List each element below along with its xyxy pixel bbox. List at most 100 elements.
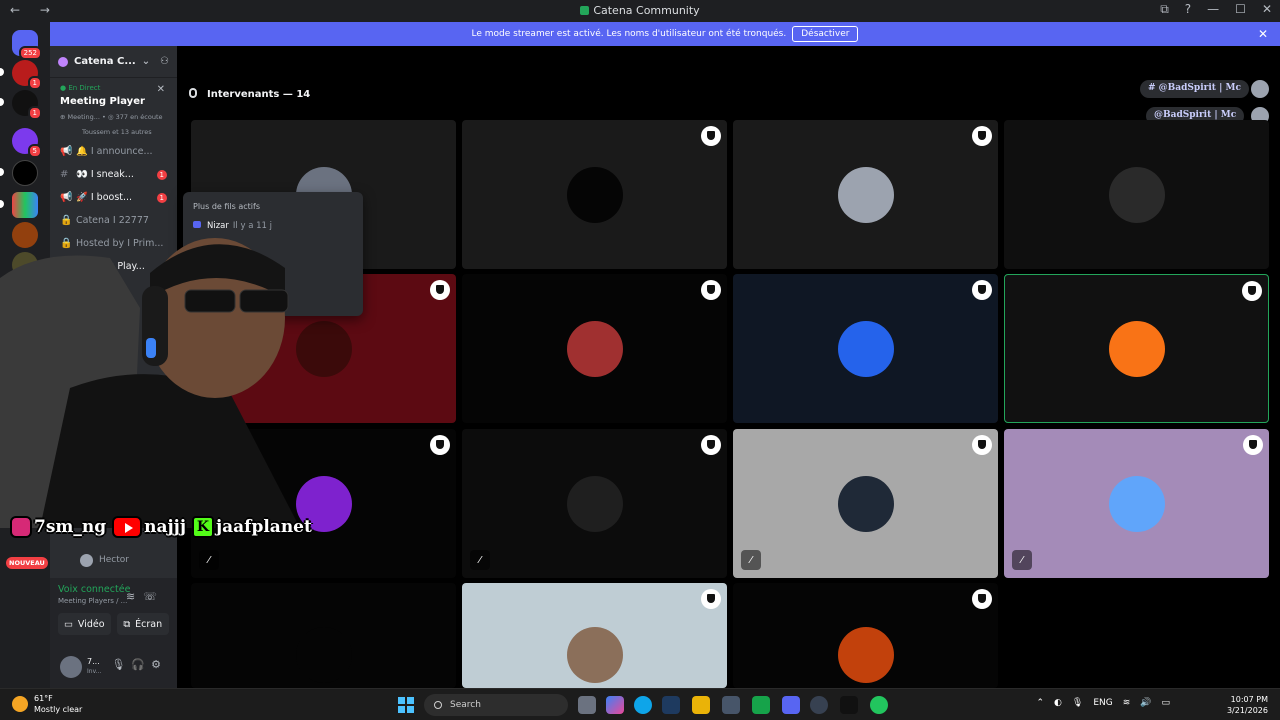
server-icon[interactable]: 1 <box>12 90 42 120</box>
muted-mic-icon: ⁄ <box>1012 550 1032 570</box>
inbox-icon[interactable]: ⧉ <box>1160 2 1169 17</box>
discord-icon[interactable] <box>782 696 800 714</box>
avatar[interactable] <box>60 656 82 678</box>
copilot-icon[interactable] <box>606 696 624 714</box>
voice-user-hector[interactable]: Hector <box>50 551 177 569</box>
participant-tile[interactable] <box>462 274 727 423</box>
participant-tile[interactable] <box>462 120 727 269</box>
title-bar: ← → Catena Community ⧉ ? — ☐ ✕ <box>0 0 1280 22</box>
participant-tile[interactable] <box>733 274 998 423</box>
participant-tile[interactable] <box>1004 274 1269 423</box>
participant-tile[interactable]: ⁄ <box>733 429 998 578</box>
channel-announcements[interactable]: 📢 🔔 I announce... <box>50 140 177 163</box>
file-manager-icon[interactable] <box>578 696 596 714</box>
add-member-icon[interactable]: ⚇ <box>160 56 169 67</box>
guild-header[interactable]: Catena C... ⌄ ⚇ <box>50 46 177 78</box>
network-icon[interactable]: ◐ <box>1054 698 1062 708</box>
folder-icon[interactable] <box>692 696 710 714</box>
user-name: 7... <box>87 657 100 666</box>
obs-icon[interactable] <box>810 696 828 714</box>
maximize-button[interactable]: ☐ <box>1235 2 1246 17</box>
avatar[interactable] <box>1251 80 1269 98</box>
moderator-shield-icon <box>972 280 992 300</box>
mic-icon[interactable]: 🎙 <box>1072 698 1083 708</box>
avatar <box>295 320 352 377</box>
avatar <box>837 320 894 377</box>
avatar <box>837 627 894 683</box>
gear-icon[interactable]: ⚙ <box>151 658 167 671</box>
steam-icon[interactable] <box>662 696 680 714</box>
video-icon: ▭ <box>63 618 73 630</box>
window-title: Catena Community <box>0 4 1280 17</box>
server-icon[interactable]: 5 <box>12 128 42 158</box>
weather-desc: Mostly clear <box>34 705 83 714</box>
announcement-icon: 📢 <box>60 192 73 203</box>
participant-tile[interactable] <box>1004 120 1269 269</box>
participant-tile[interactable] <box>191 583 456 688</box>
hash-icon: # <box>60 169 69 180</box>
close-button[interactable]: ✕ <box>1262 2 1272 17</box>
user-info[interactable]: 7... Inv... <box>87 657 101 677</box>
avatar <box>1108 475 1165 532</box>
wifi-icon[interactable]: ≋ <box>1123 698 1131 708</box>
taskbar-search[interactable]: Search <box>424 694 568 716</box>
disable-streamer-button[interactable]: Désactiver <box>792 26 859 42</box>
voice-user-name: Hector <box>99 555 129 565</box>
temperature: 61°F <box>34 694 53 703</box>
headphones-icon[interactable]: 🎧 <box>131 658 151 671</box>
channel-boost[interactable]: 📢 🚀 I boost... 1 <box>50 186 177 209</box>
participant-tile[interactable] <box>733 583 998 688</box>
app-icon[interactable] <box>840 696 858 714</box>
server-icon[interactable] <box>12 160 38 186</box>
participant-tile[interactable]: ⁄ <box>462 429 727 578</box>
minimize-button[interactable]: — <box>1207 2 1219 17</box>
live-meta: ⊕ Meeting... • ◎ 377 en écoute <box>60 113 163 121</box>
avatar <box>566 627 623 683</box>
banner-close-icon[interactable]: ✕ <box>1258 27 1268 41</box>
channel-sneak[interactable]: # 👀 I sneak... 1 <box>50 163 177 186</box>
banner-text: Le mode streamer est activé. Les noms d'… <box>471 29 787 39</box>
windows-taskbar: 61°F Mostly clear Search ⌃ ◐ 🎙 ENG ≋ 🔊 ▭ … <box>0 688 1280 720</box>
live-event-card[interactable]: ● En Direct Meeting Player ⊕ Meeting... … <box>50 78 177 136</box>
chevron-down-icon[interactable]: ⌄ <box>142 56 150 67</box>
weather-icon <box>12 696 28 712</box>
instagram-icon <box>10 516 32 538</box>
participant-tile[interactable] <box>733 120 998 269</box>
moderator-shield-icon <box>701 126 721 146</box>
start-button[interactable] <box>398 697 414 713</box>
screen-label: Écran <box>135 618 163 630</box>
video-button[interactable]: ▭ Vidéo <box>58 613 111 635</box>
help-icon[interactable]: ? <box>1185 2 1191 17</box>
avatar <box>837 166 894 223</box>
weather-widget[interactable]: 61°F Mostly clear <box>12 693 82 715</box>
unread-badge: 1 <box>156 193 167 203</box>
nvidia-icon[interactable] <box>752 696 770 714</box>
speakers-count: Intervenants — 14 <box>207 89 311 100</box>
chrome-icon[interactable] <box>870 696 888 714</box>
guild-name: Catena C... <box>74 56 136 67</box>
system-tray: ⌃ ◐ 🎙 ENG ≋ 🔊 ▭ <box>1036 698 1170 708</box>
participant-tile[interactable] <box>462 583 727 688</box>
server-icon[interactable]: 1 <box>12 60 42 90</box>
voice-buttons: ▭ Vidéo ⧉ Écran <box>58 613 169 635</box>
user-panel: 7... Inv... 🎙🎧⚙ <box>50 646 177 688</box>
noise-icon[interactable]: ≋ <box>126 590 143 603</box>
taskbar-clock[interactable]: 10:07 PM 3/21/2026 <box>1227 694 1268 716</box>
unread-pill <box>0 168 4 176</box>
participant-tile[interactable]: ⁄ <box>1004 429 1269 578</box>
user-chip[interactable]: # @BadSpirit | Mc <box>1140 80 1249 98</box>
language-indicator[interactable]: ENG <box>1093 698 1112 708</box>
home-discord-icon[interactable]: 252 <box>12 30 42 60</box>
close-live-icon[interactable]: ✕ <box>157 84 165 95</box>
chevron-up-icon[interactable]: ⌃ <box>1036 698 1044 708</box>
battery-icon[interactable]: ▭ <box>1161 698 1170 708</box>
store-icon[interactable] <box>722 696 740 714</box>
mic-icon[interactable]: 🎙 <box>111 658 131 671</box>
user-controls: 🎙🎧⚙ <box>111 658 167 671</box>
live-listeners: Toussem et 13 autres <box>82 128 152 136</box>
screen-share-button[interactable]: ⧉ Écran <box>116 613 169 635</box>
edge-icon[interactable] <box>634 696 652 714</box>
volume-icon[interactable]: 🔊 <box>1140 698 1151 708</box>
server-icon[interactable] <box>12 192 38 218</box>
disconnect-icon[interactable]: ☏ <box>143 590 165 603</box>
